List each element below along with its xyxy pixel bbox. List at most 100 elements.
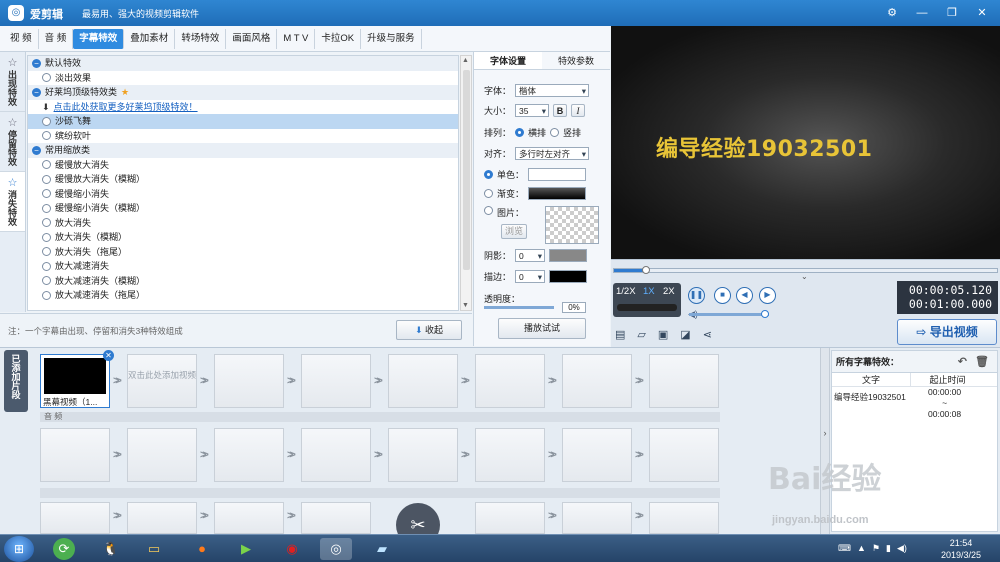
collapse-icon[interactable]: − <box>32 145 41 155</box>
group-header[interactable]: − 好莱坞顶级特效类 ★ <box>28 85 458 100</box>
list-item[interactable]: 放大减速消失 <box>28 259 458 274</box>
folder-icon[interactable]: ▭ <box>138 538 170 560</box>
radio-button[interactable] <box>42 116 51 126</box>
empty-clip-slot[interactable] <box>214 428 284 482</box>
volume-slider[interactable] <box>689 310 769 318</box>
opacity-slider[interactable] <box>484 306 554 309</box>
radio-image[interactable] <box>484 206 493 215</box>
notes-icon[interactable]: ▰ <box>366 538 398 560</box>
radio-button[interactable] <box>42 232 51 242</box>
empty-clip-slot[interactable] <box>40 502 110 534</box>
collapse-icon[interactable]: − <box>32 58 41 68</box>
empty-clip-slot[interactable] <box>475 502 545 534</box>
radio-solid-color[interactable] <box>484 170 493 179</box>
download-more-row[interactable]: ⬇ 点击此处获取更多好莱坞顶级特效！ <box>28 100 458 115</box>
tab-effect-params[interactable]: 特效参数 <box>542 52 610 69</box>
radio-button[interactable] <box>42 218 51 228</box>
empty-clip-slot[interactable] <box>649 354 719 408</box>
close-button[interactable]: ✕ <box>972 5 992 21</box>
radio-button[interactable] <box>42 131 51 141</box>
menu-transition[interactable]: 转场特效 <box>175 28 227 49</box>
radio-button[interactable] <box>42 203 51 213</box>
scrollbar-thumb[interactable] <box>463 70 470 270</box>
new-project-icon[interactable]: ▤ <box>615 328 625 341</box>
italic-button[interactable]: I <box>571 104 586 117</box>
browser-icon[interactable]: ⟳ <box>53 538 75 560</box>
empty-clip-slot[interactable] <box>40 428 110 482</box>
radio-button[interactable] <box>42 160 51 170</box>
list-item[interactable]: 放大减速消失（模糊） <box>28 274 458 289</box>
radio-button[interactable] <box>42 247 51 257</box>
video-preview[interactable]: 编导经验19032501 <box>611 26 1000 259</box>
scroll-up-icon[interactable]: ▲ <box>462 57 469 64</box>
empty-clip-slot[interactable] <box>388 354 458 408</box>
group-header[interactable]: − 常用缩放类 <box>28 143 458 158</box>
empty-clip-slot[interactable] <box>475 428 545 482</box>
empty-clip-slot[interactable] <box>649 502 719 534</box>
menu-subtitle-effects[interactable]: 字幕特效 <box>73 28 125 49</box>
bold-button[interactable]: B <box>553 104 568 117</box>
list-item[interactable]: 缓慢缩小消失 <box>28 187 458 202</box>
radio-button[interactable] <box>42 73 51 83</box>
group-header[interactable]: − 默认特效 <box>28 56 458 71</box>
trash-icon[interactable]: 🗑 <box>975 351 989 373</box>
speed-1x[interactable]: 1X <box>643 286 655 297</box>
menu-mtv[interactable]: M T V <box>277 28 316 49</box>
record-icon[interactable]: ◉ <box>276 538 308 560</box>
gradient-picker[interactable] <box>528 187 587 200</box>
settings-icon[interactable]: ⚙ <box>882 5 902 21</box>
empty-clip-slot[interactable] <box>475 354 545 408</box>
undo-icon[interactable]: ↶ <box>958 351 967 373</box>
open-folder-icon[interactable]: ▱ <box>637 328 645 341</box>
collapse-icon[interactable]: − <box>32 87 41 97</box>
list-item[interactable]: 缓慢放大消失（模糊） <box>28 172 458 187</box>
menu-style[interactable]: 画面风格 <box>226 28 278 49</box>
speed-half[interactable]: 1/2X <box>616 286 636 297</box>
stroke-color-picker[interactable] <box>549 270 588 283</box>
play-test-button[interactable]: 播放试试 <box>498 318 586 339</box>
tab-added-clips[interactable]: 已添加片段 <box>4 350 28 412</box>
tab-disappear-effects[interactable]: ☆ 消失特效 <box>0 172 25 232</box>
shadow-select[interactable]: 0 <box>515 249 546 262</box>
list-item[interactable]: 缓慢放大消失 <box>28 158 458 173</box>
menu-karaoke[interactable]: 卡拉OK <box>315 28 362 49</box>
menu-audio[interactable]: 音 频 <box>39 28 74 49</box>
tab-appear-effects[interactable]: ☆ 出现特效 <box>0 52 25 112</box>
list-item[interactable]: 放大消失（拖尾） <box>28 245 458 260</box>
minimize-button[interactable]: — <box>912 5 932 21</box>
download-more-link[interactable]: 点击此处获取更多好莱坞顶级特效！ <box>54 100 198 115</box>
speed-slider[interactable] <box>617 304 677 311</box>
list-item[interactable]: 缓慢缩小消失（模糊） <box>28 201 458 216</box>
save-as-icon[interactable]: ◪ <box>680 328 690 341</box>
radio-vertical[interactable] <box>550 128 560 137</box>
empty-clip-slot[interactable] <box>388 428 458 482</box>
solid-color-picker[interactable] <box>528 168 587 181</box>
empty-clip-slot[interactable] <box>301 428 371 482</box>
empty-clip-slot[interactable] <box>562 354 632 408</box>
tab-stay-effects[interactable]: ☆ 停留特效 <box>0 112 25 172</box>
menu-overlay[interactable]: 叠加素材 <box>124 28 176 49</box>
tab-font-settings[interactable]: 字体设置 <box>474 52 542 69</box>
radio-button[interactable] <box>42 290 51 300</box>
scroll-down-icon[interactable]: ▼ <box>462 302 469 309</box>
radio-horizontal[interactable] <box>515 128 525 137</box>
radio-button[interactable] <box>42 261 51 271</box>
list-item[interactable]: 缤纷软叶 <box>28 129 458 144</box>
empty-clip-slot[interactable] <box>301 502 371 534</box>
radio-button[interactable] <box>42 174 51 184</box>
video-clip[interactable]: 黑幕视频（1... ✕ <box>40 350 114 408</box>
clock[interactable]: 21:54 2019/3/25 <box>936 537 986 561</box>
empty-clip-slot[interactable] <box>127 502 197 534</box>
add-video-slot[interactable]: 双击此处添加视频 <box>127 354 197 408</box>
pause-button[interactable]: ❚❚ <box>688 287 705 304</box>
shadow-color-picker[interactable] <box>549 249 588 262</box>
radio-button[interactable] <box>42 276 51 286</box>
list-item[interactable]: 放大减速消失（拖尾） <box>28 288 458 303</box>
progress-knob[interactable] <box>642 266 650 274</box>
aijianji-taskbar-icon[interactable]: ◎ <box>320 538 352 560</box>
restore-button[interactable]: ❐ <box>942 5 962 21</box>
speed-2x[interactable]: 2X <box>663 286 675 297</box>
collapse-button[interactable]: ⬇ 收起 <box>396 320 462 340</box>
share-icon[interactable]: ⋖ <box>703 328 712 341</box>
close-icon[interactable]: ✕ <box>103 350 114 361</box>
